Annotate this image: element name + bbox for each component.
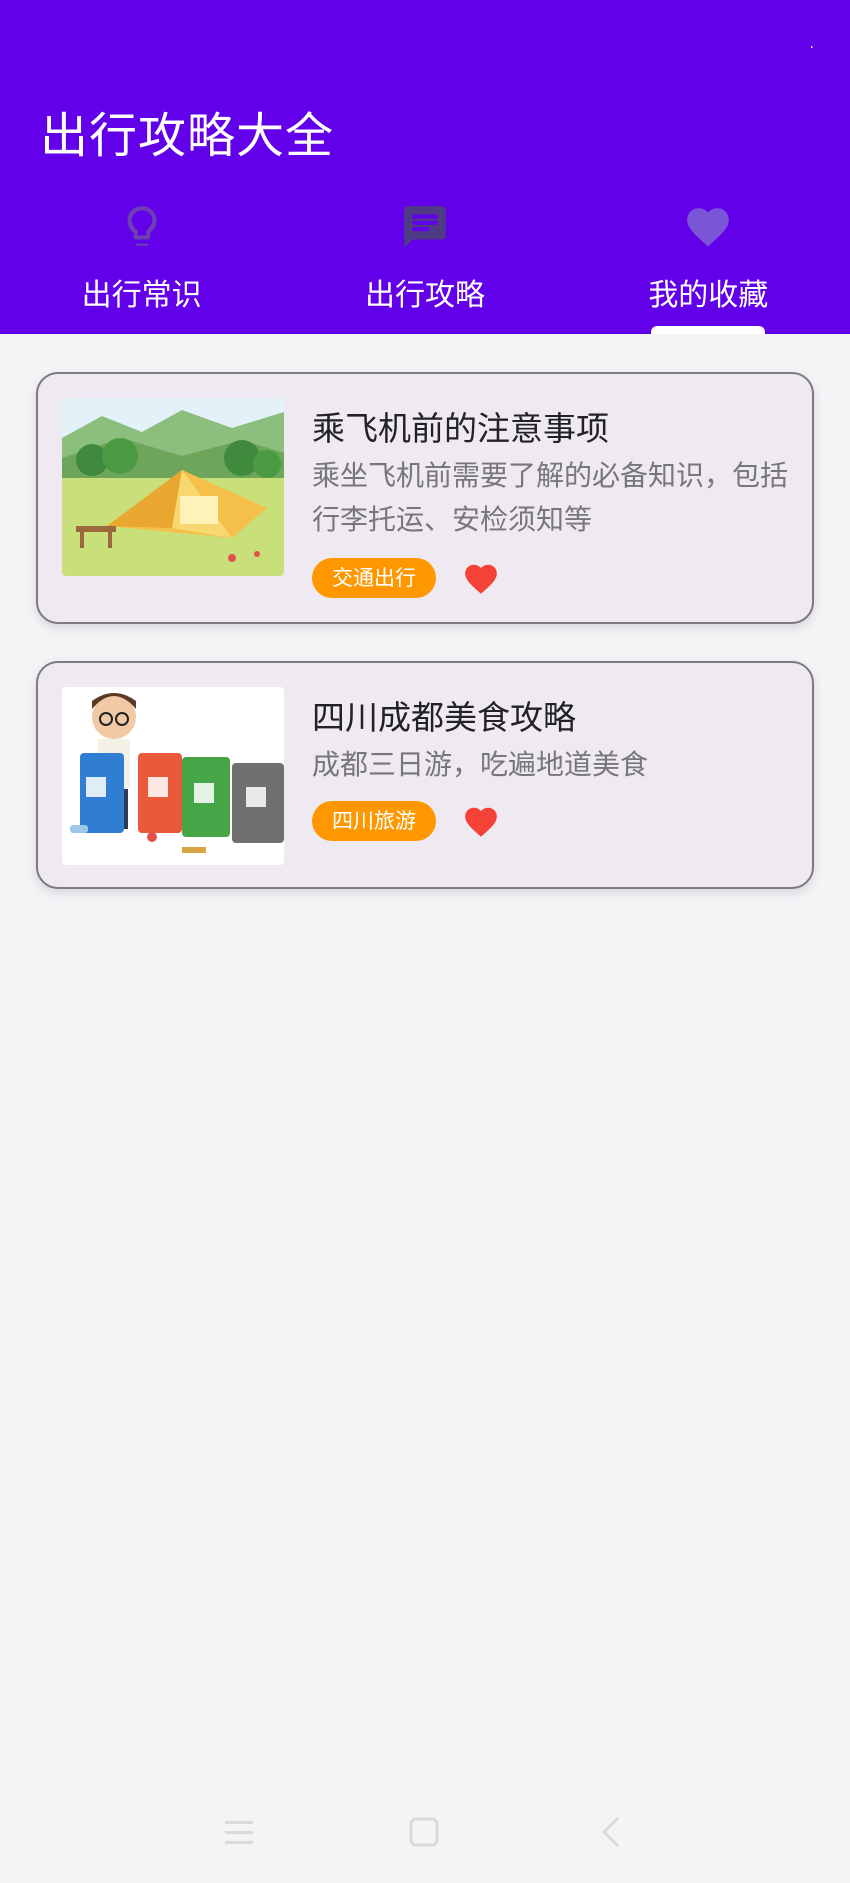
category-tag: 四川旅游 <box>312 801 436 841</box>
app-title: 出行攻略大全 <box>40 108 335 164</box>
heart-icon <box>687 208 730 247</box>
camping-tent-illustration <box>62 398 284 576</box>
category-tag: 交通出行 <box>312 558 436 598</box>
card-description: 乘坐飞机前需要了解的必备知识，包括行李托运、安检须知等 <box>312 459 789 536</box>
chat-icon <box>404 206 446 248</box>
favorite-card[interactable]: 四川成都美食攻略 成都三日游，吃遍地道美食 四川旅游 <box>36 661 814 889</box>
home-icon[interactable] <box>404 1812 444 1852</box>
app-bar: · 出行攻略大全 出行常识 出行攻略 我的收藏 <box>0 0 850 334</box>
card-description: 成都三日游，吃遍地道美食 <box>312 748 649 781</box>
back-icon[interactable] <box>592 1812 632 1852</box>
favorite-card[interactable]: 乘飞机前的注意事项 乘坐飞机前需要了解的必备知识，包括行李托运、安检须知等 交通… <box>36 372 814 624</box>
favorite-heart-icon[interactable] <box>460 560 502 598</box>
tab-label: 我的收藏 <box>648 278 769 313</box>
selected-tab-indicator <box>651 326 766 334</box>
tab-label: 出行常识 <box>81 278 202 313</box>
tab-bar: 出行常识 出行攻略 我的收藏 <box>0 196 850 334</box>
favorite-heart-icon[interactable] <box>460 803 502 841</box>
menu-icon[interactable] <box>219 1812 259 1852</box>
tab-travel-knowledge[interactable]: 出行常识 <box>0 196 283 334</box>
tab-travel-guides[interactable]: 出行攻略 <box>283 196 566 334</box>
tab-label: 出行攻略 <box>364 278 485 313</box>
status-indicator: · <box>809 40 814 56</box>
lightbulb-icon <box>127 206 157 246</box>
system-nav-bar <box>0 1800 850 1883</box>
card-title: 四川成都美食攻略 <box>312 698 576 737</box>
card-title: 乘飞机前的注意事项 <box>312 409 609 448</box>
tab-my-favorites[interactable]: 我的收藏 <box>567 196 850 334</box>
trash-sorting-illustration <box>62 687 284 865</box>
